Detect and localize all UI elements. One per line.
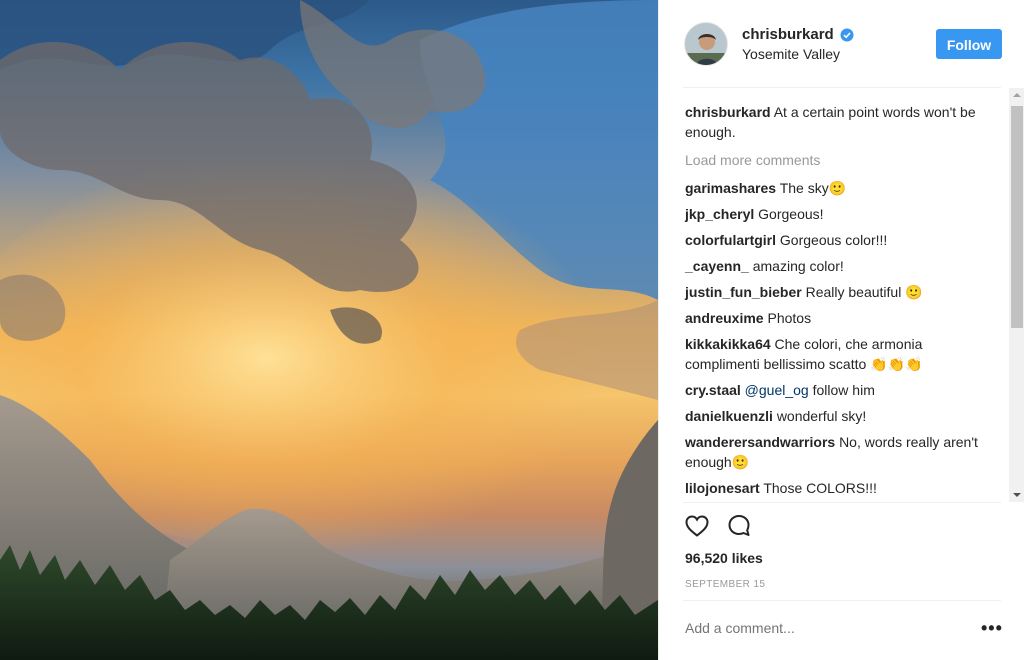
more-options-button[interactable]: ••• bbox=[981, 619, 1003, 637]
load-more-comments-button[interactable]: Load more comments bbox=[685, 150, 985, 170]
comment-text: Gorgeous! bbox=[758, 206, 824, 222]
scrollbar-thumb[interactable] bbox=[1011, 106, 1023, 328]
comment-item: andreuxime Photos bbox=[685, 308, 985, 328]
verified-badge-icon bbox=[840, 28, 854, 41]
profile-picture bbox=[685, 23, 727, 65]
comment-text: Those COLORS!!! bbox=[763, 480, 877, 496]
comment-username[interactable]: cry.staal bbox=[685, 382, 741, 398]
comment-username[interactable]: wanderersandwarriors bbox=[685, 434, 835, 450]
comment-username[interactable]: _cayenn_ bbox=[685, 258, 749, 274]
post-actions bbox=[683, 512, 753, 540]
comment-text: Photos bbox=[767, 310, 812, 326]
post-photo[interactable] bbox=[0, 0, 658, 660]
divider bbox=[683, 502, 1001, 503]
caption-username[interactable]: chrisburkard bbox=[685, 104, 771, 120]
comment-item: justin_fun_bieber Really beautiful 🙂 bbox=[685, 282, 985, 302]
comment-item: jkp_cheryl Gorgeous! bbox=[685, 204, 985, 224]
comment-username[interactable]: kikkakikka64 bbox=[685, 336, 771, 352]
divider bbox=[683, 600, 1001, 601]
comment-username[interactable]: danielkuenzli bbox=[685, 408, 773, 424]
comments-list: chrisburkard At a certain point words wo… bbox=[685, 102, 985, 504]
comment-item: cry.staal @guel_og follow him bbox=[685, 380, 985, 400]
heart-icon[interactable] bbox=[683, 512, 711, 540]
comment-item: lilojonesart Those COLORS!!! bbox=[685, 478, 985, 498]
comment-item: wanderersandwarriors No, words really ar… bbox=[685, 432, 985, 472]
comments-scrollbar[interactable] bbox=[1009, 88, 1024, 502]
comment-text: Gorgeous color!!! bbox=[779, 232, 888, 248]
comment-mention-link[interactable]: @guel_og bbox=[745, 382, 809, 398]
comment-item: kikkakikka64 Che colori, che armonia com… bbox=[685, 334, 985, 374]
comment-text: follow him bbox=[812, 382, 875, 398]
comment-item: danielkuenzli wonderful sky! bbox=[685, 406, 985, 426]
post-side-panel: chrisburkard Yosemite Valley Follow chri… bbox=[658, 0, 1024, 660]
comment-username[interactable]: lilojonesart bbox=[685, 480, 760, 496]
scroll-down-arrow-icon[interactable] bbox=[1009, 488, 1024, 502]
comment-item: _cayenn_ amazing color! bbox=[685, 256, 985, 276]
add-comment-input[interactable] bbox=[685, 620, 945, 636]
post-date[interactable]: SEPTEMBER 15 bbox=[685, 579, 765, 590]
comment-text: The sky🙂 bbox=[779, 180, 847, 196]
comment-text: amazing color! bbox=[752, 258, 844, 274]
comment-item: garimashares The sky🙂 bbox=[685, 178, 985, 198]
comment-bubble-icon[interactable] bbox=[725, 512, 753, 540]
divider bbox=[683, 87, 1001, 88]
username[interactable]: chrisburkard bbox=[742, 26, 834, 43]
comment-username[interactable]: garimashares bbox=[685, 180, 776, 196]
comment-text: wonderful sky! bbox=[776, 408, 867, 424]
comment-item: colorfulartgirl Gorgeous color!!! bbox=[685, 230, 985, 250]
comment-username[interactable]: jkp_cheryl bbox=[685, 206, 754, 222]
comment-username[interactable]: colorfulartgirl bbox=[685, 232, 776, 248]
avatar[interactable] bbox=[684, 22, 728, 66]
comment-username[interactable]: andreuxime bbox=[685, 310, 764, 326]
yosemite-landscape bbox=[0, 0, 658, 660]
comment-text: Really beautiful 🙂 bbox=[805, 284, 923, 300]
comment-username[interactable]: justin_fun_bieber bbox=[685, 284, 802, 300]
likes-count[interactable]: 96,520 likes bbox=[685, 550, 763, 566]
location-link[interactable]: Yosemite Valley bbox=[742, 46, 840, 62]
scroll-up-arrow-icon[interactable] bbox=[1009, 88, 1024, 102]
follow-button[interactable]: Follow bbox=[936, 29, 1002, 59]
post-caption: chrisburkard At a certain point words wo… bbox=[685, 102, 985, 142]
post-header: chrisburkard Yosemite Valley Follow bbox=[659, 0, 1024, 88]
